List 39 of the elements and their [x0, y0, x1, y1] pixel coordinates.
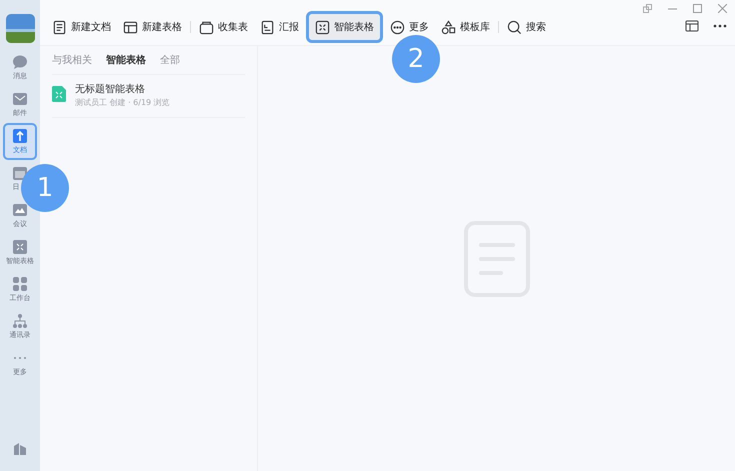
step-callout-tooltip: 1 [21, 164, 69, 212]
smart-table-file-icon [52, 86, 66, 102]
org-chart-icon [12, 313, 28, 329]
popout-icon[interactable] [643, 4, 652, 13]
maximize-icon[interactable] [693, 4, 702, 13]
step-callout-tooltip: 2 [392, 35, 440, 83]
file-item[interactable]: 无标题智能表格 测试员工 创建 · 6/19 浏览 [52, 75, 245, 118]
toolbar-button[interactable]: 搜索 [501, 14, 552, 40]
file-meta: 测试员工 创建 · 6/19 浏览 [75, 97, 170, 109]
smart-table-icon [315, 20, 330, 34]
more-icon [13, 356, 27, 360]
chat-icon [12, 54, 28, 70]
avatar[interactable] [6, 14, 34, 43]
report-icon [260, 20, 275, 34]
filter-tab[interactable]: 全部 [160, 52, 180, 68]
shapes-icon [441, 20, 456, 34]
filter-tab[interactable]: 与我相关 [52, 52, 92, 68]
meeting-icon [12, 202, 28, 218]
building-icon[interactable] [13, 441, 27, 455]
mail-icon [12, 91, 28, 107]
toolbar-button[interactable]: 新建表格 [117, 14, 188, 40]
toolbar-button[interactable]: 智能表格 [309, 14, 380, 40]
more-icon[interactable] [713, 24, 727, 28]
table-icon [123, 20, 138, 34]
toolbar-button[interactable]: 汇报 [254, 14, 305, 40]
close-icon[interactable] [718, 4, 727, 13]
document-icon [12, 128, 28, 144]
toolbar-button[interactable]: 收集表 [193, 14, 254, 40]
filter-tab[interactable]: 智能表格 [106, 52, 146, 68]
smart-table-icon [12, 239, 28, 255]
toolbar-button[interactable]: 新建文档 [46, 14, 117, 40]
bag-icon [199, 20, 214, 34]
more-icon [390, 20, 405, 34]
document-icon [52, 20, 67, 34]
file-title: 无标题智能表格 [75, 83, 146, 97]
calendar-icon [12, 165, 28, 181]
search-icon [507, 20, 522, 34]
apps-icon [12, 276, 28, 292]
layout-icon[interactable] [685, 19, 699, 33]
